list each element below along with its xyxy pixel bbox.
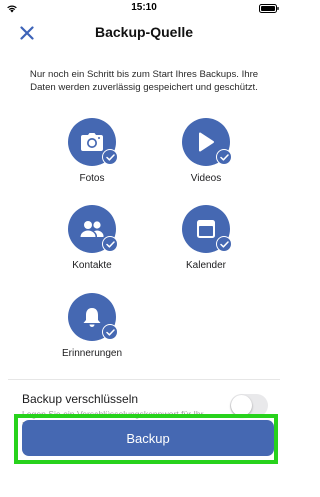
selected-check-icon [216,236,232,252]
source-videos[interactable]: Videos [156,118,256,198]
calendar-icon [197,220,215,238]
backup-button[interactable]: Backup [22,420,274,456]
encrypt-title: Backup verschlüsseln [22,392,139,406]
source-photos[interactable]: Fotos [42,118,142,198]
status-time: 15:10 [131,2,157,13]
source-calendar[interactable]: Kalender [156,205,256,285]
source-contacts-label: Kontakte [72,260,112,271]
source-photos-label: Fotos [79,173,105,184]
page-title: Backup-Quelle [94,24,194,40]
source-videos-label: Videos [190,173,222,184]
home-area [0,477,288,497]
status-bar: 15:10 [0,0,288,16]
selected-check-icon [102,236,118,252]
divider [8,379,280,380]
camera-icon [81,133,103,151]
contacts-icon [80,221,104,237]
source-reminders[interactable]: Erinnerungen [42,293,142,373]
battery-icon [259,4,279,13]
selected-check-icon [102,324,118,340]
selected-check-icon [102,149,118,165]
bell-icon [83,307,101,327]
nav-bar: Backup-Quelle [0,18,288,46]
source-contacts[interactable]: Kontakte [42,205,142,285]
source-reminders-label: Erinnerungen [61,348,123,359]
intro-text: Nur noch ein Schritt bis zum Start Ihres… [29,69,259,93]
toggle-knob [231,395,252,416]
play-icon [199,132,214,152]
selected-check-icon [216,149,232,165]
source-calendar-label: Kalender [185,260,227,271]
